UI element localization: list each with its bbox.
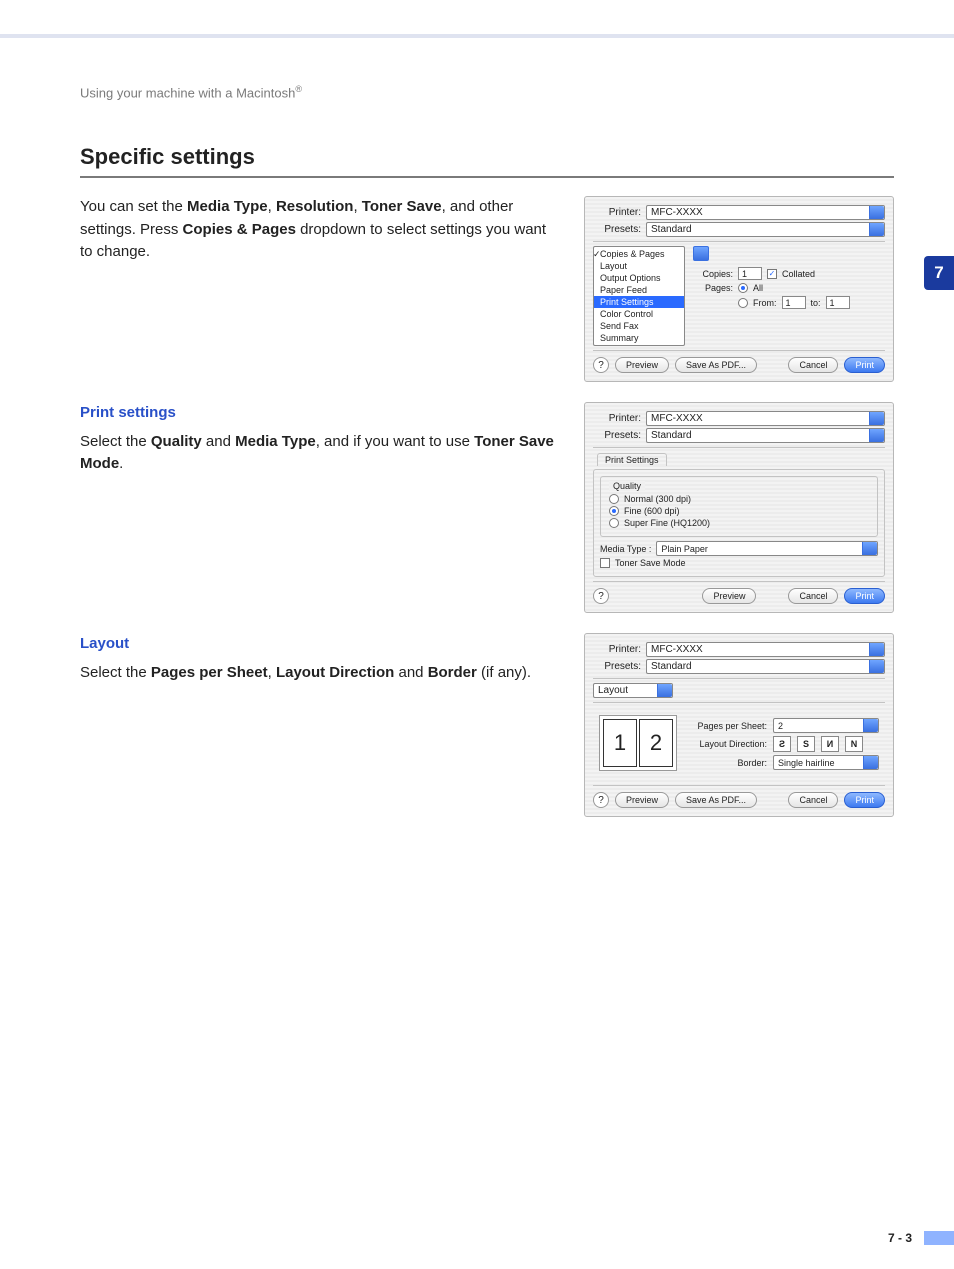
print-button[interactable]: Print <box>844 588 885 604</box>
toner-save-label: Toner Save Mode <box>615 558 686 568</box>
layout-preview: 1 2 <box>599 715 677 771</box>
from-label: From: <box>753 298 777 308</box>
menu-output-options[interactable]: Output Options <box>594 272 684 284</box>
media-type-select[interactable]: Plain Paper <box>656 541 878 556</box>
to-input[interactable]: 1 <box>826 296 850 309</box>
save-as-pdf-button[interactable]: Save As PDF... <box>675 357 757 373</box>
direction-3-button[interactable]: И <box>821 736 839 752</box>
menu-color-control[interactable]: Color Control <box>594 308 684 320</box>
page-number-accent <box>924 1231 954 1245</box>
breadcrumb: Using your machine with a Macintosh® <box>80 84 894 100</box>
menu-send-fax[interactable]: Send Fax <box>594 320 684 332</box>
preview-button[interactable]: Preview <box>615 357 669 373</box>
collated-checkbox[interactable] <box>767 269 777 279</box>
layout-heading: Layout <box>80 633 560 656</box>
preview-page-1: 1 <box>603 719 637 767</box>
toner-save-checkbox[interactable] <box>600 558 610 568</box>
pages-label: Pages: <box>693 283 733 293</box>
printer-label: Printer: <box>593 207 641 218</box>
section-select[interactable]: Layout <box>593 683 673 698</box>
presets-select[interactable]: Standard <box>646 222 885 237</box>
pages-from-radio[interactable] <box>738 298 748 308</box>
direction-4-button[interactable]: N <box>845 736 863 752</box>
preview-button[interactable]: Preview <box>615 792 669 808</box>
preview-button[interactable]: Preview <box>702 588 756 604</box>
copies-input[interactable]: 1 <box>738 267 762 280</box>
cancel-button[interactable]: Cancel <box>788 357 838 373</box>
print-settings-heading: Print settings <box>80 402 560 425</box>
save-as-pdf-button[interactable]: Save As PDF... <box>675 792 757 808</box>
pages-all-radio[interactable] <box>738 283 748 293</box>
printer-select[interactable]: MFC-XXXX <box>646 411 885 426</box>
presets-label: Presets: <box>593 224 641 235</box>
print-dialog-layout: Printer: MFC-XXXX Presets: Standard Layo… <box>584 633 894 817</box>
presets-select[interactable]: Standard <box>646 428 885 443</box>
print-button[interactable]: Print <box>844 792 885 808</box>
page-number: 7 - 3 <box>888 1231 912 1245</box>
direction-2-button[interactable]: S <box>797 736 815 752</box>
help-button[interactable]: ? <box>593 588 609 604</box>
menu-layout[interactable]: Layout <box>594 260 684 272</box>
breadcrumb-text: Using your machine with a Macintosh <box>80 85 295 100</box>
pps-select[interactable]: 2 <box>773 718 879 733</box>
direction-1-button[interactable]: Ƨ <box>773 736 791 752</box>
print-dialog-copies: Printer: MFC-XXXX Presets: Standard Copi… <box>584 196 894 382</box>
help-button[interactable]: ? <box>593 357 609 373</box>
to-label: to: <box>811 298 821 308</box>
media-type-label: Media Type : <box>600 544 651 554</box>
pages-all-label: All <box>753 283 763 293</box>
quality-fine-radio[interactable] <box>609 506 619 516</box>
quality-normal-radio[interactable] <box>609 494 619 504</box>
menu-copies-pages[interactable]: Copies & Pages <box>594 248 684 260</box>
settings-menu[interactable]: Copies & Pages Layout Output Options Pap… <box>593 246 685 346</box>
print-button[interactable]: Print <box>844 357 885 373</box>
tab-print-settings: Print Settings <box>597 453 667 466</box>
border-select[interactable]: Single hairline <box>773 755 879 770</box>
direction-label: Layout Direction: <box>689 739 767 749</box>
chapter-tab: 7 <box>924 256 954 290</box>
menu-summary[interactable]: Summary <box>594 332 684 344</box>
intro-paragraph: You can set the Media Type, Resolution, … <box>80 196 560 382</box>
copies-label: Copies: <box>693 269 733 279</box>
from-input[interactable]: 1 <box>782 296 806 309</box>
preview-page-2: 2 <box>639 719 673 767</box>
page-title: Specific settings <box>80 144 894 170</box>
printer-select[interactable]: MFC-XXXX <box>646 205 885 220</box>
registered-mark: ® <box>295 84 302 94</box>
printer-select[interactable]: MFC-XXXX <box>646 642 885 657</box>
quality-legend: Quality <box>609 481 645 491</box>
menu-print-settings[interactable]: Print Settings <box>594 296 684 308</box>
pps-label: Pages per Sheet: <box>689 721 767 731</box>
cancel-button[interactable]: Cancel <box>788 792 838 808</box>
cancel-button[interactable]: Cancel <box>788 588 838 604</box>
border-label: Border: <box>689 758 767 768</box>
print-dialog-settings: Printer: MFC-XXXX Presets: Standard Prin… <box>584 402 894 613</box>
presets-select[interactable]: Standard <box>646 659 885 674</box>
menu-paper-feed[interactable]: Paper Feed <box>594 284 684 296</box>
collated-label: Collated <box>782 269 815 279</box>
quality-super-radio[interactable] <box>609 518 619 528</box>
section-select-icon[interactable] <box>693 246 709 261</box>
help-button[interactable]: ? <box>593 792 609 808</box>
